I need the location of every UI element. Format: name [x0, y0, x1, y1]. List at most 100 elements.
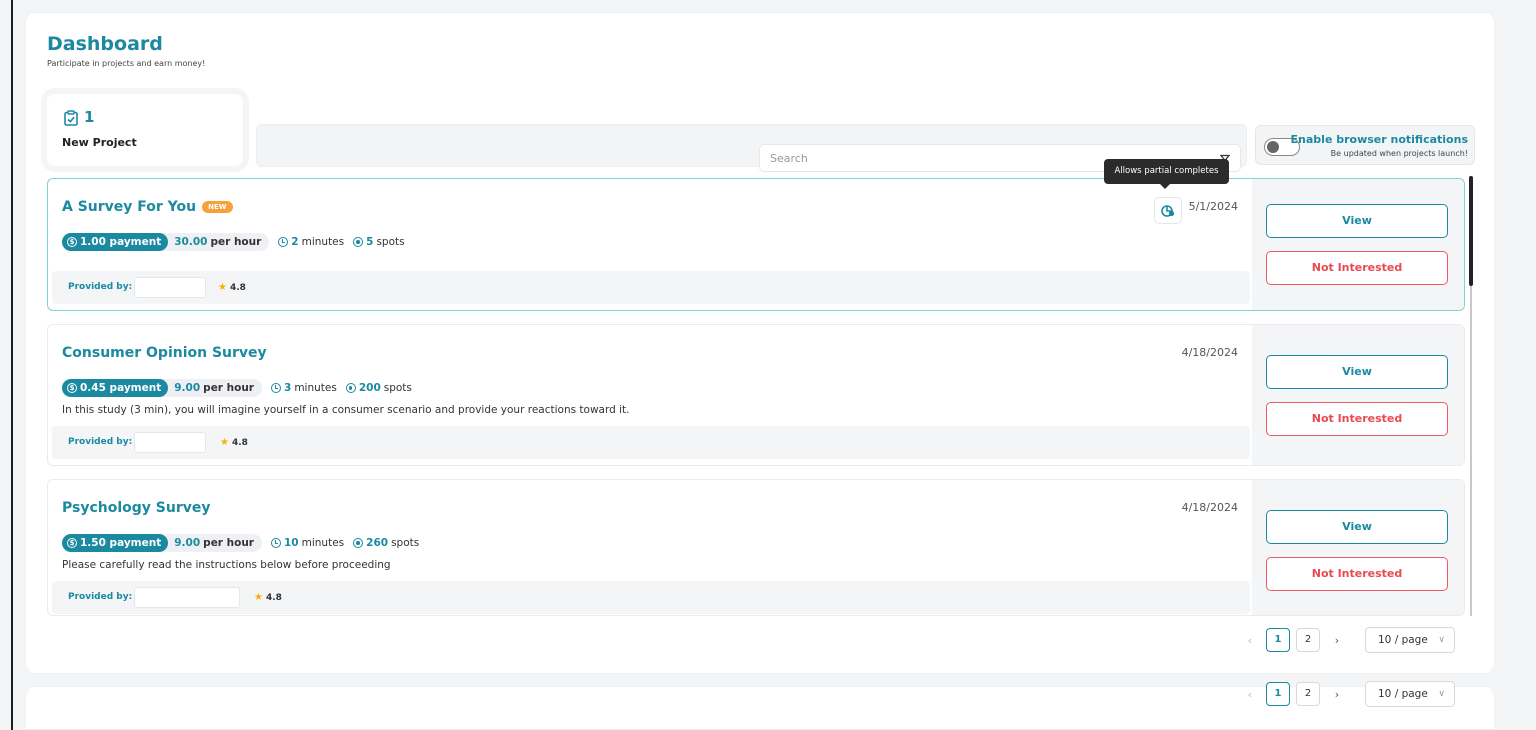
provider-rating: ★ 4.8 [254, 592, 282, 603]
new-project-label: New Project [62, 136, 137, 149]
rating-value: 4.8 [231, 438, 248, 448]
hourly-rate: 9.00 [174, 537, 201, 549]
prev-page-button[interactable]: ‹ [1244, 688, 1256, 701]
hourly-rate-unit: per hour [203, 537, 254, 549]
project-card: Consumer Opinion Survey 4/18/2024 $0.45 … [47, 324, 1465, 466]
payment-amount: 1.00 payment [80, 236, 162, 248]
page-button-2[interactable]: 2 [1296, 628, 1320, 652]
not-interested-button[interactable]: Not Interested [1266, 557, 1448, 591]
next-page-button[interactable]: › [1331, 634, 1343, 647]
scrollbar-track[interactable] [1470, 286, 1472, 616]
page-button-2[interactable]: 2 [1296, 682, 1320, 706]
project-actions: View Not Interested [1252, 480, 1464, 615]
provider-label: Provided by: [68, 282, 133, 292]
provider-name [134, 277, 206, 298]
project-actions: View Not Interested [1252, 179, 1464, 310]
scrollbar-thumb[interactable] [1469, 176, 1473, 286]
star-icon: ★ [220, 437, 229, 448]
payment-pill: $1.00 payment 30.00 per hour [62, 233, 270, 251]
partial-completes-icon[interactable] [1154, 197, 1182, 224]
project-card: A Survey For You NEW 5/1/2024 $1.00 payme… [47, 178, 1465, 311]
dollar-coin-icon: $ [67, 538, 77, 548]
new-project-stat-card[interactable]: 1 New Project [47, 94, 243, 166]
star-icon: ★ [218, 282, 227, 293]
spots-unit: spots [383, 382, 412, 394]
secondary-panel: ‹ 1 2 › 10 / page ∨ [25, 681, 1495, 730]
notifications-title: Enable browser notifications [1290, 133, 1468, 146]
target-icon [353, 237, 364, 247]
provider-name [134, 587, 240, 608]
project-card: Psychology Survey 4/18/2024 $1.50 paymen… [47, 479, 1465, 616]
page-size-select[interactable]: 10 / page ∨ [1365, 627, 1455, 653]
duration: 10 minutes [271, 537, 344, 549]
duration-value: 10 [284, 537, 299, 549]
next-page-button[interactable]: › [1331, 688, 1343, 701]
dashboard-panel: Dashboard Participate in projects and ea… [25, 12, 1495, 674]
rating-value: 4.8 [229, 283, 246, 293]
page-size-value: 10 / page [1378, 634, 1428, 646]
provider-bar: Provided by: ★ 4.8 [52, 581, 1250, 614]
provider-bar: Provided by: ★ 4.8 [52, 271, 1250, 304]
payment-badge: $1.00 payment [62, 233, 169, 251]
chevron-down-icon: ∨ [1438, 689, 1445, 699]
prev-page-button[interactable]: ‹ [1244, 634, 1256, 647]
provider-label: Provided by: [68, 592, 133, 602]
payment-pill: $1.50 payment 9.00 per hour [62, 534, 262, 552]
partial-completes-tooltip: Allows partial completes [1104, 159, 1229, 189]
spots-unit: spots [391, 537, 420, 549]
project-title[interactable]: Consumer Opinion Survey [62, 345, 267, 361]
rating-value: 4.8 [265, 593, 282, 603]
dollar-coin-icon: $ [67, 237, 77, 247]
not-interested-button[interactable]: Not Interested [1266, 402, 1448, 436]
clock-icon [271, 538, 281, 548]
provider-rating: ★ 4.8 [218, 282, 246, 293]
duration-value: 2 [291, 236, 299, 248]
not-interested-button[interactable]: Not Interested [1266, 251, 1448, 285]
payment-amount: 1.50 payment [80, 537, 162, 549]
hourly-rate: 9.00 [174, 382, 201, 394]
project-title[interactable]: Psychology Survey [62, 500, 211, 516]
duration: 2 minutes [278, 236, 344, 248]
project-title[interactable]: A Survey For You NEW [62, 199, 233, 215]
project-actions: View Not Interested [1252, 325, 1464, 465]
project-title-text: A Survey For You [62, 199, 197, 215]
pagination: ‹ 1 2 › 10 / page ∨ [1244, 681, 1455, 707]
duration: 3 minutes [271, 382, 337, 394]
clock-icon [278, 237, 289, 247]
spots: 200 spots [345, 382, 412, 394]
spots: 5 spots [353, 236, 405, 248]
payment-pill: $0.45 payment 9.00 per hour [62, 379, 262, 397]
view-button[interactable]: View [1266, 204, 1448, 238]
page-size-value: 10 / page [1378, 688, 1428, 700]
page-button-1[interactable]: 1 [1266, 628, 1290, 652]
target-icon [353, 538, 364, 548]
duration-unit: minutes [301, 236, 345, 248]
project-description: Please carefully read the instructions b… [62, 559, 391, 571]
dollar-coin-icon: $ [67, 383, 77, 393]
toggle-knob [1267, 141, 1279, 153]
project-description: In this study (3 min), you will imagine … [62, 404, 630, 416]
page-size-select[interactable]: 10 / page ∨ [1365, 681, 1455, 707]
new-project-count: 1 [84, 108, 95, 126]
clock-icon [271, 383, 281, 393]
project-date: 4/18/2024 [1181, 501, 1238, 514]
page-title: Dashboard [47, 33, 163, 55]
view-button[interactable]: View [1266, 355, 1448, 389]
target-icon [345, 383, 356, 393]
page-button-1[interactable]: 1 [1266, 682, 1290, 706]
spots-value: 5 [366, 236, 374, 248]
star-icon: ★ [254, 592, 263, 603]
project-date: 5/1/2024 [1188, 200, 1238, 213]
payment-amount: 0.45 payment [80, 382, 162, 394]
hourly-rate-unit: per hour [210, 236, 262, 248]
duration-unit: minutes [301, 537, 345, 549]
provider-label: Provided by: [68, 437, 133, 447]
hourly-rate: 30.00 [174, 236, 208, 248]
payment-badge: $1.50 payment [62, 534, 169, 552]
notification-settings: Enable browser notifications Be updated … [1255, 125, 1475, 165]
duration-value: 3 [284, 382, 292, 394]
project-date: 4/18/2024 [1181, 346, 1238, 359]
search-placeholder: Search [770, 152, 808, 165]
view-button[interactable]: View [1266, 510, 1448, 544]
chevron-down-icon: ∨ [1438, 635, 1445, 645]
